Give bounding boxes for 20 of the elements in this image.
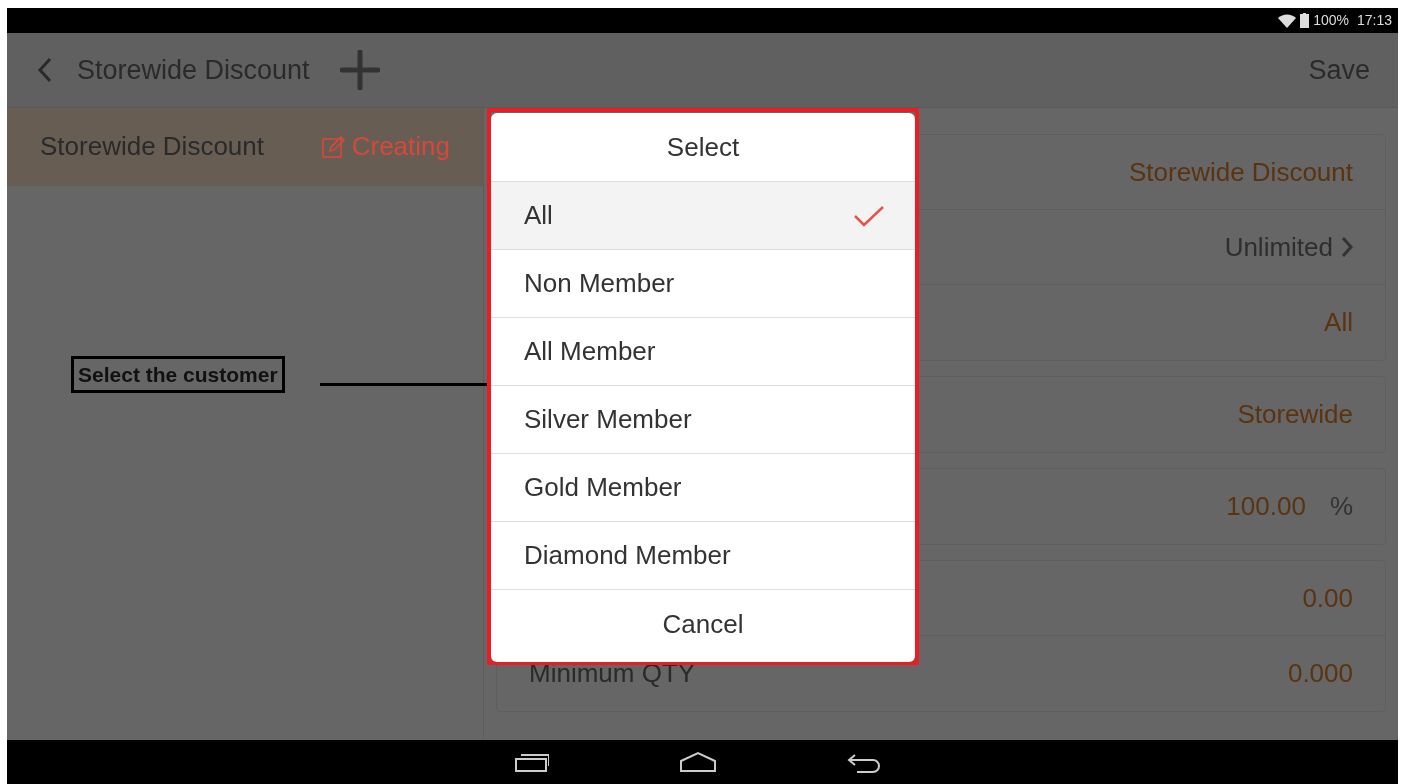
recent-apps-icon[interactable] — [514, 751, 549, 773]
unit-label: % — [1329, 490, 1353, 523]
checkmark-icon — [853, 203, 885, 228]
battery-icon — [1300, 13, 1310, 28]
field-value: 0.000 — [1287, 657, 1353, 690]
field-value: Storewide — [1237, 398, 1353, 431]
annotation-label: Select the customer — [71, 356, 285, 394]
status-text: Creating — [351, 130, 450, 163]
option-item[interactable]: All — [491, 182, 915, 250]
home-icon[interactable] — [678, 751, 717, 773]
discount-name: Storewide Discount — [40, 130, 264, 163]
field-value: 0.00 — [1302, 581, 1353, 615]
battery-level: 100% — [1313, 11, 1349, 30]
edit-icon — [321, 134, 346, 159]
wifi-icon — [1278, 13, 1297, 28]
clock: 17:13 — [1356, 11, 1392, 30]
field-value: All — [1324, 306, 1353, 339]
back-icon[interactable] — [846, 751, 881, 773]
field-value: Storewide Discount — [1129, 155, 1353, 189]
field-value: 100.00 — [1226, 490, 1306, 523]
